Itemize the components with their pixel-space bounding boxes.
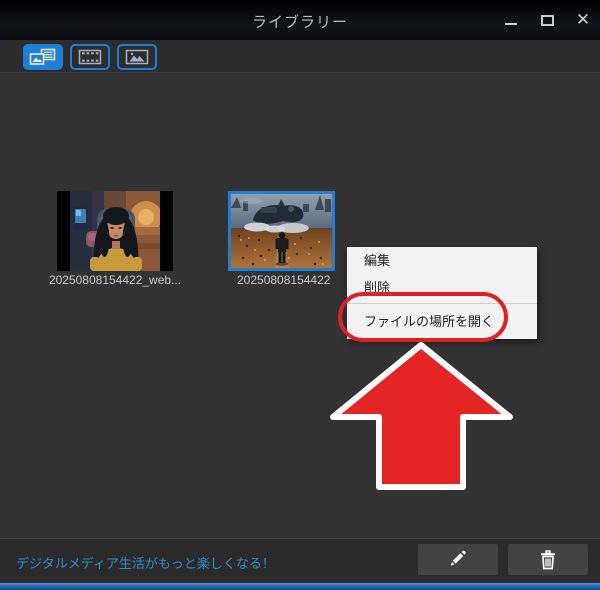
view-mode-switcher [23,44,157,70]
annotation-red-arrow-icon [330,342,513,490]
delete-button[interactable] [508,544,588,575]
library-item-game-thumbnail-selected[interactable] [228,191,335,271]
pencil-icon [450,550,466,566]
library-item-webcam-thumbnail[interactable] [57,191,173,271]
game-screenshot-image [231,194,332,268]
filmstrip-view-button[interactable] [70,44,110,70]
minimize-icon [505,23,517,25]
toolbar [0,40,600,112]
footer-bar: デジタルメディア生活がもっと楽しくなる！ [0,538,600,583]
promo-link[interactable]: デジタルメディア生活がもっと楽しくなる！ [16,553,275,572]
close-icon: ✕ [575,9,591,30]
library-grid: 20250808154422_web... 20250808154422 編集 … [0,74,600,538]
image-view-button[interactable] [117,44,157,70]
library-item-filename: 20250808154422 [237,273,331,287]
maximize-icon [540,14,554,26]
thumbnail-details-view-button[interactable] [23,44,63,70]
trash-icon [541,549,555,569]
webcam-photo-image [70,191,160,271]
maximize-button[interactable] [536,9,558,31]
bottom-accent-strip [0,583,600,590]
thumbnail-details-view-icon [29,48,56,65]
context-menu-item-edit[interactable]: 編集 [347,247,537,274]
window-controls: ✕ [500,0,594,40]
title-bar: ライブラリー ✕ [0,0,600,40]
filmstrip-view-icon [78,49,102,65]
image-view-icon [125,49,149,65]
close-button[interactable]: ✕ [572,9,594,31]
library-item-filename: 20250808154422_web... [48,273,182,287]
edit-button[interactable] [418,544,498,575]
library-window: ライブラリー ✕ 20250808154422_web... 202508081… [0,0,600,590]
minimize-button[interactable] [500,9,522,31]
